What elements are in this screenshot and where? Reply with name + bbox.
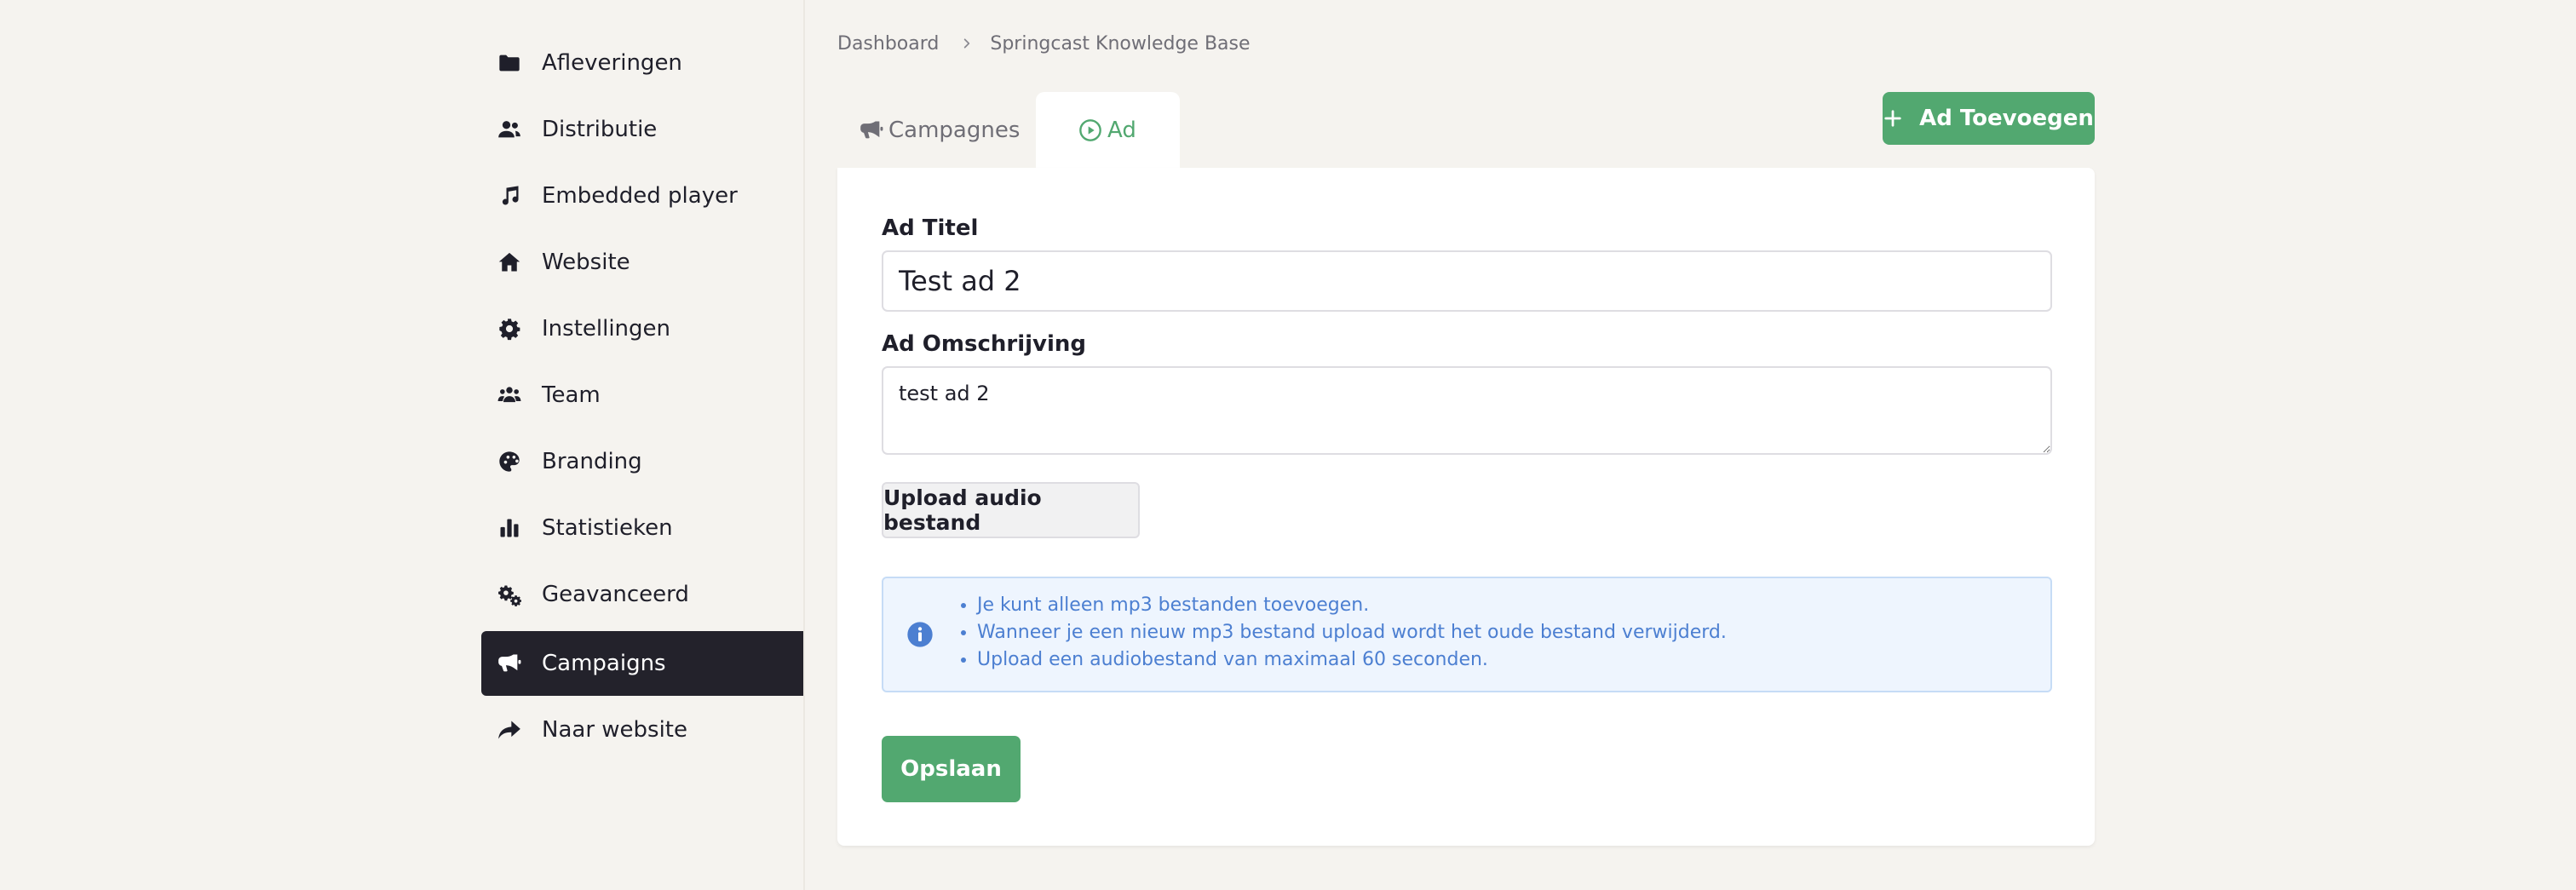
sidebar-item-geavanceerd[interactable]: Geavanceerd — [481, 562, 804, 627]
sidebar-item-label: Afleveringen — [542, 50, 682, 76]
sidebar-item-team[interactable]: Team — [481, 363, 804, 428]
gears-icon — [497, 582, 522, 607]
info-item: Je kunt alleen mp3 bestanden toevoegen. — [977, 592, 1727, 619]
sidebar-item-campaigns[interactable]: Campaigns — [481, 631, 804, 696]
sidebar-item-label: Instellingen — [542, 316, 671, 342]
info-box: Je kunt alleen mp3 bestanden toevoegen. … — [882, 577, 2052, 692]
sidebar-item-distributie[interactable]: Distributie — [481, 97, 804, 162]
upload-audio-button[interactable]: Upload audio bestand — [882, 482, 1140, 538]
sidebar-item-label: Embedded player — [542, 183, 738, 209]
play-circle-icon — [1079, 118, 1101, 141]
bar-chart-icon — [497, 515, 522, 541]
sidebar: Afleveringen Distributie Embedded player… — [481, 0, 804, 890]
sidebar-item-label: Team — [542, 382, 601, 408]
save-button[interactable]: Opslaan — [882, 736, 1021, 802]
share-arrow-icon — [497, 717, 522, 743]
plus-icon — [1884, 110, 1901, 127]
tab-ad[interactable]: Ad — [1036, 92, 1180, 168]
home-icon — [497, 250, 522, 275]
ad-description-textarea[interactable]: test ad 2 — [882, 366, 2052, 455]
sidebar-item-label: Geavanceerd — [542, 582, 689, 607]
music-icon — [497, 183, 522, 209]
sidebar-item-statistieken[interactable]: Statistieken — [481, 496, 804, 560]
info-icon — [907, 622, 933, 647]
users-icon — [497, 117, 522, 142]
info-list: Je kunt alleen mp3 bestanden toevoegen. … — [953, 592, 1727, 674]
sidebar-item-website[interactable]: Website — [481, 230, 804, 295]
breadcrumb: Dashboard Springcast Knowledge Base — [837, 31, 1251, 56]
ad-title-label: Ad Titel — [882, 215, 979, 241]
ad-title-input[interactable] — [882, 250, 2052, 312]
sidebar-item-branding[interactable]: Branding — [481, 429, 804, 494]
gear-icon — [497, 316, 522, 342]
sidebar-item-embedded-player[interactable]: Embedded player — [481, 164, 804, 228]
sidebar-item-label: Statistieken — [542, 515, 673, 541]
megaphone-icon — [497, 651, 522, 676]
sidebar-item-naar-website[interactable]: Naar website — [481, 698, 804, 762]
info-item: Wanneer je een nieuw mp3 bestand upload … — [977, 619, 1727, 646]
sidebar-item-label: Branding — [542, 449, 642, 474]
folder-icon — [497, 50, 522, 76]
sidebar-item-label: Distributie — [542, 117, 658, 142]
add-ad-button-label: Ad Toevoegen — [1919, 106, 2094, 131]
chevron-right-icon — [961, 37, 973, 49]
people-group-icon — [497, 382, 522, 408]
breadcrumb-item-current[interactable]: Springcast Knowledge Base — [990, 33, 1250, 55]
ad-description-label: Ad Omschrijving — [882, 331, 1087, 357]
tab-label: Campagnes — [888, 117, 1021, 143]
palette-icon — [497, 449, 522, 474]
sidebar-item-afleveringen[interactable]: Afleveringen — [481, 31, 804, 95]
sidebar-divider — [803, 0, 805, 890]
breadcrumb-item-dashboard[interactable]: Dashboard — [837, 33, 939, 55]
megaphone-icon — [860, 121, 883, 138]
tab-label: Ad — [1107, 117, 1136, 143]
sidebar-item-label: Website — [542, 250, 630, 275]
info-item: Upload een audiobestand van maximaal 60 … — [977, 646, 1727, 674]
ad-form-card: Ad Titel Ad Omschrijving test ad 2 Uploa… — [837, 168, 2095, 846]
sidebar-item-instellingen[interactable]: Instellingen — [481, 296, 804, 361]
add-ad-button[interactable]: Ad Toevoegen — [1883, 92, 2095, 145]
sidebar-item-label: Naar website — [542, 717, 687, 743]
tab-campagnes[interactable]: Campagnes — [837, 92, 1036, 168]
sidebar-item-label: Campaigns — [542, 651, 666, 676]
